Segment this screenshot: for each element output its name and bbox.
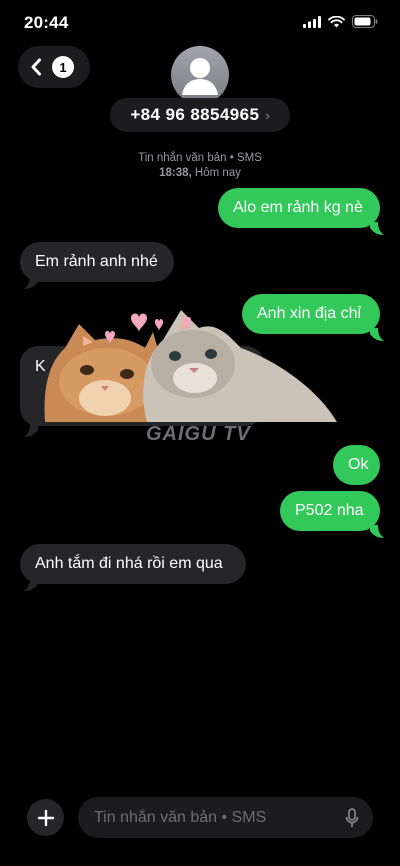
contact-name: +84 96 8854965: [130, 105, 260, 124]
message-text: P502 nha: [295, 502, 364, 519]
message-composer[interactable]: [78, 797, 373, 838]
chevron-left-icon: [31, 58, 41, 76]
cellular-signal-icon: [303, 15, 321, 28]
conversation-timestamp: 18:38, Hôm nay: [0, 167, 400, 179]
message-text: Alo em rảnh kg nè: [233, 199, 363, 216]
sticker-watermark: GAIGU TV: [146, 423, 251, 445]
microphone-icon[interactable]: [345, 807, 359, 828]
wifi-icon: [328, 15, 345, 27]
bubble-tail: [24, 578, 38, 591]
bubble-tail: [370, 222, 384, 235]
chevron-right-icon: ›: [265, 107, 270, 123]
person-icon: [182, 58, 218, 95]
bubble-tail: [370, 525, 384, 538]
plus-icon: [37, 809, 54, 826]
unread-count-badge: 1: [52, 56, 74, 78]
conversation-type-label: Tin nhắn văn bản • SMS: [138, 152, 262, 164]
message-bubble-outgoing[interactable]: Alo em rảnh kg nè: [218, 188, 380, 228]
status-time: 20:44: [24, 13, 69, 32]
message-bubble-incoming[interactable]: Em rảnh anh nhé: [20, 242, 174, 282]
timestamp-day: Hôm nay: [194, 167, 241, 179]
bubble-tail: [24, 424, 38, 437]
contact-avatar[interactable]: [171, 46, 229, 104]
add-attachment-button[interactable]: [27, 799, 64, 836]
contact-name-button[interactable]: +84 96 8854965 ›: [110, 98, 290, 132]
status-icons: [303, 15, 378, 28]
battery-icon: [352, 15, 378, 28]
message-input[interactable]: [92, 807, 345, 828]
bubble-tail: [370, 328, 384, 341]
status-bar: 20:44: [0, 0, 400, 46]
message-bubble-incoming[interactable]: Anh tắm đi nhá rồi em qua: [20, 544, 246, 584]
timestamp-time: 18:38,: [159, 167, 192, 179]
message-bubble-outgoing[interactable]: Ok: [333, 445, 380, 485]
message-bubble-outgoing[interactable]: P502 nha: [280, 491, 380, 531]
message-text: Ok: [348, 456, 369, 473]
bubble-tail: [24, 276, 38, 289]
message-text: Em rảnh anh nhé: [35, 253, 158, 270]
grey-cat: [143, 310, 337, 422]
message-text: Anh tắm đi nhá rồi em qua: [35, 555, 223, 572]
cat-sticker-image[interactable]: [35, 302, 340, 422]
back-button[interactable]: 1: [18, 46, 90, 88]
